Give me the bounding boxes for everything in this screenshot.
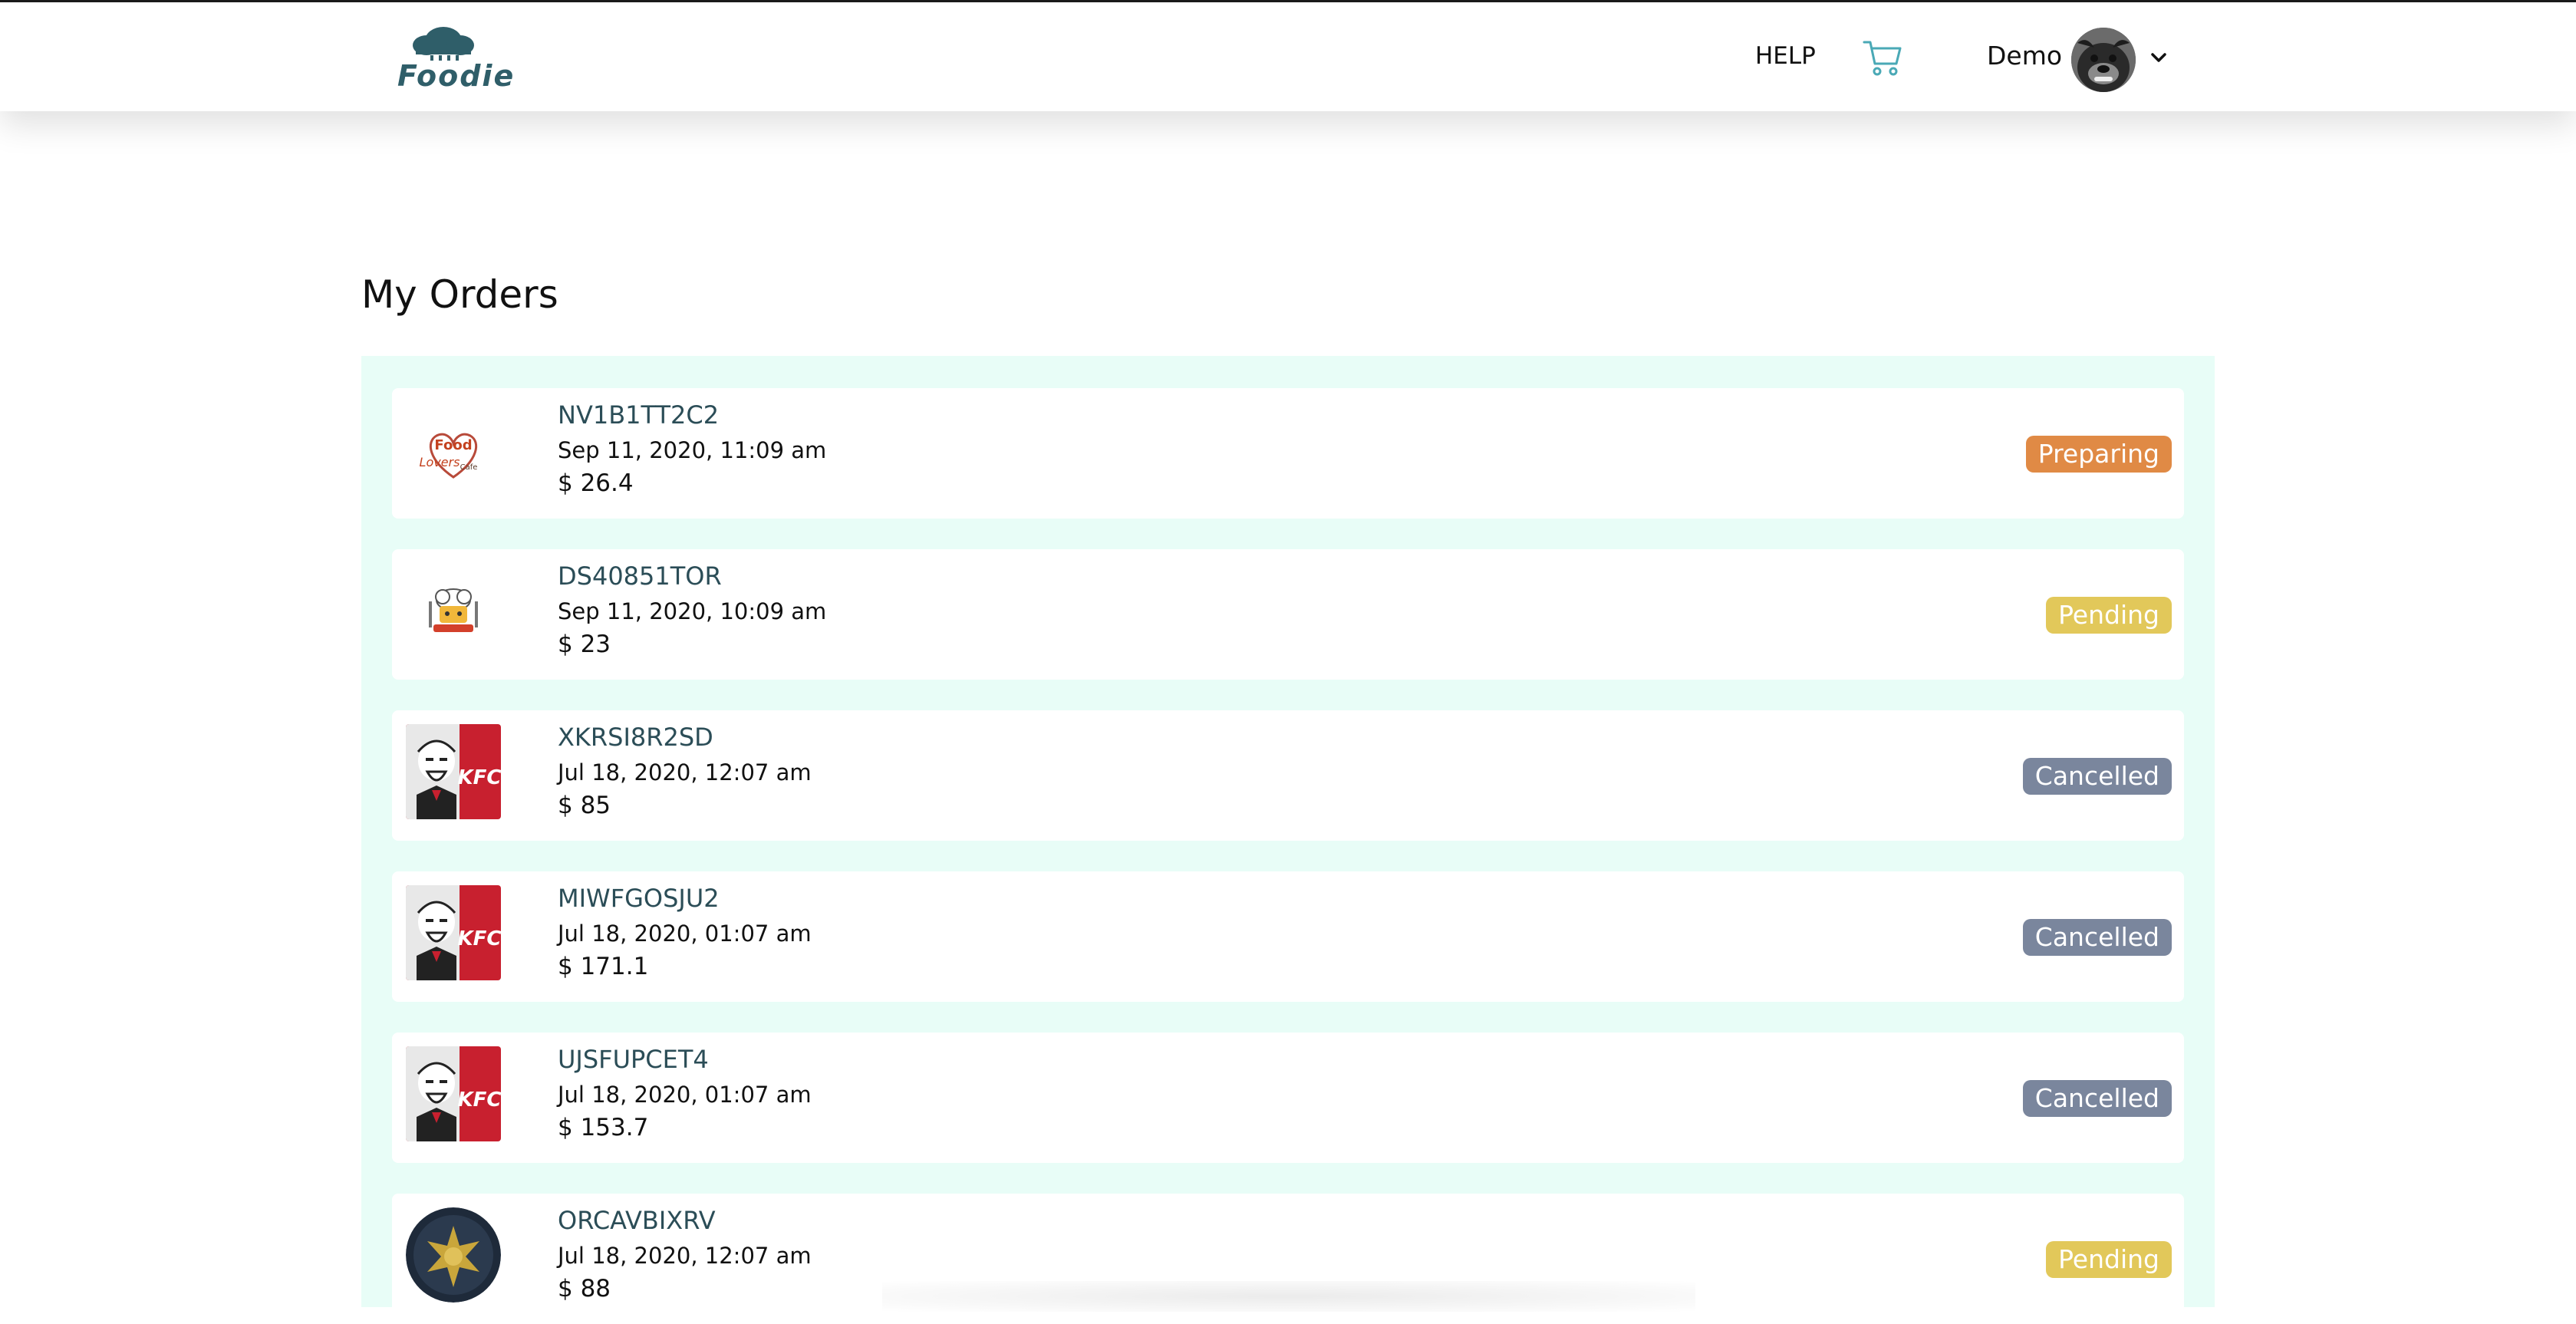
status-badge: Pending: [2046, 597, 2172, 634]
orders-list: Food Lovers Cafe NV1B1TT2C2 Sep 11, 2020…: [361, 356, 2215, 1324]
order-id: NV1B1TT2C2: [558, 400, 720, 430]
svg-text:KFC: KFC: [458, 766, 502, 789]
status-badge: Cancelled: [2022, 758, 2172, 795]
order-id: UJSFUPCET4: [558, 1045, 709, 1074]
chevron-down-icon[interactable]: [2148, 47, 2169, 68]
status-badge: Preparing: [2025, 436, 2172, 473]
order-date: Sep 11, 2020, 10:09 am: [558, 598, 827, 624]
restaurant-logo: Food Lovers Cafe: [406, 402, 501, 497]
kfc-logo-icon: KFC: [406, 1046, 501, 1141]
brand-name: Foodie: [397, 59, 516, 93]
order-date: Jul 18, 2020, 12:07 am: [558, 1243, 812, 1269]
bottom-shadow: [882, 1281, 1695, 1312]
order-date: Jul 18, 2020, 01:07 am: [558, 921, 812, 947]
restaurant-logo: KFC: [406, 724, 501, 819]
order-date: Jul 18, 2020, 01:07 am: [558, 1082, 812, 1108]
svg-text:Lovers: Lovers: [420, 455, 460, 469]
order-total: $ 26.4: [558, 469, 634, 497]
order-id: MIWFGOSJU2: [558, 884, 720, 913]
status-badge: Cancelled: [2022, 919, 2172, 956]
order-card[interactable]: Food Lovers Cafe NV1B1TT2C2 Sep 11, 2020…: [392, 388, 2184, 519]
restaurant-logo: KFC: [406, 1046, 501, 1141]
kfc-logo-icon: KFC: [406, 885, 501, 980]
foodie-logo[interactable]: Foodie: [393, 25, 513, 93]
svg-text:Cafe: Cafe: [460, 463, 478, 472]
restaurant-logo: [406, 1207, 501, 1303]
chef-logo-icon: [406, 563, 501, 658]
order-total: $ 171.1: [558, 953, 649, 980]
order-total: $ 85: [558, 792, 611, 819]
order-id: XKRSI8R2SD: [558, 723, 713, 752]
order-date: Jul 18, 2020, 12:07 am: [558, 759, 812, 786]
svg-text:KFC: KFC: [458, 927, 502, 950]
badge-logo-icon: [406, 1207, 501, 1303]
order-id: DS40851TOR: [558, 562, 722, 591]
avatar[interactable]: [2071, 28, 2136, 92]
cart-icon[interactable]: [1863, 39, 1902, 77]
page-title: My Orders: [361, 272, 558, 317]
status-badge: Cancelled: [2022, 1080, 2172, 1117]
restaurant-logo: KFC: [406, 885, 501, 980]
order-card[interactable]: DS40851TOR Sep 11, 2020, 10:09 am $ 23 P…: [392, 549, 2184, 680]
cloud-icon: [413, 27, 474, 61]
user-name[interactable]: Demo: [1987, 41, 2062, 71]
order-total: $ 23: [558, 631, 611, 658]
order-date: Sep 11, 2020, 11:09 am: [558, 437, 827, 463]
order-card[interactable]: KFC UJSFUPCET4 Jul 18, 2020, 01:07 am $ …: [392, 1033, 2184, 1163]
svg-text:KFC: KFC: [458, 1089, 502, 1112]
kfc-logo-icon: KFC: [406, 724, 501, 819]
restaurant-logo: [406, 563, 501, 658]
order-card[interactable]: KFC XKRSI8R2SD Jul 18, 2020, 12:07 am $ …: [392, 710, 2184, 841]
order-total: $ 88: [558, 1275, 611, 1303]
dog-avatar-icon: [2071, 28, 2136, 92]
help-link[interactable]: HELP: [1755, 42, 1816, 70]
top-navbar: Foodie HELP Demo: [0, 0, 2576, 111]
order-card[interactable]: KFC MIWFGOSJU2 Jul 18, 2020, 01:07 am $ …: [392, 871, 2184, 1002]
order-total: $ 153.7: [558, 1114, 649, 1141]
status-badge: Pending: [2046, 1241, 2172, 1278]
food-lovers-logo-icon: Food Lovers Cafe: [406, 402, 501, 497]
order-id: ORCAVBIXRV: [558, 1206, 716, 1235]
svg-text:Food: Food: [434, 437, 472, 453]
